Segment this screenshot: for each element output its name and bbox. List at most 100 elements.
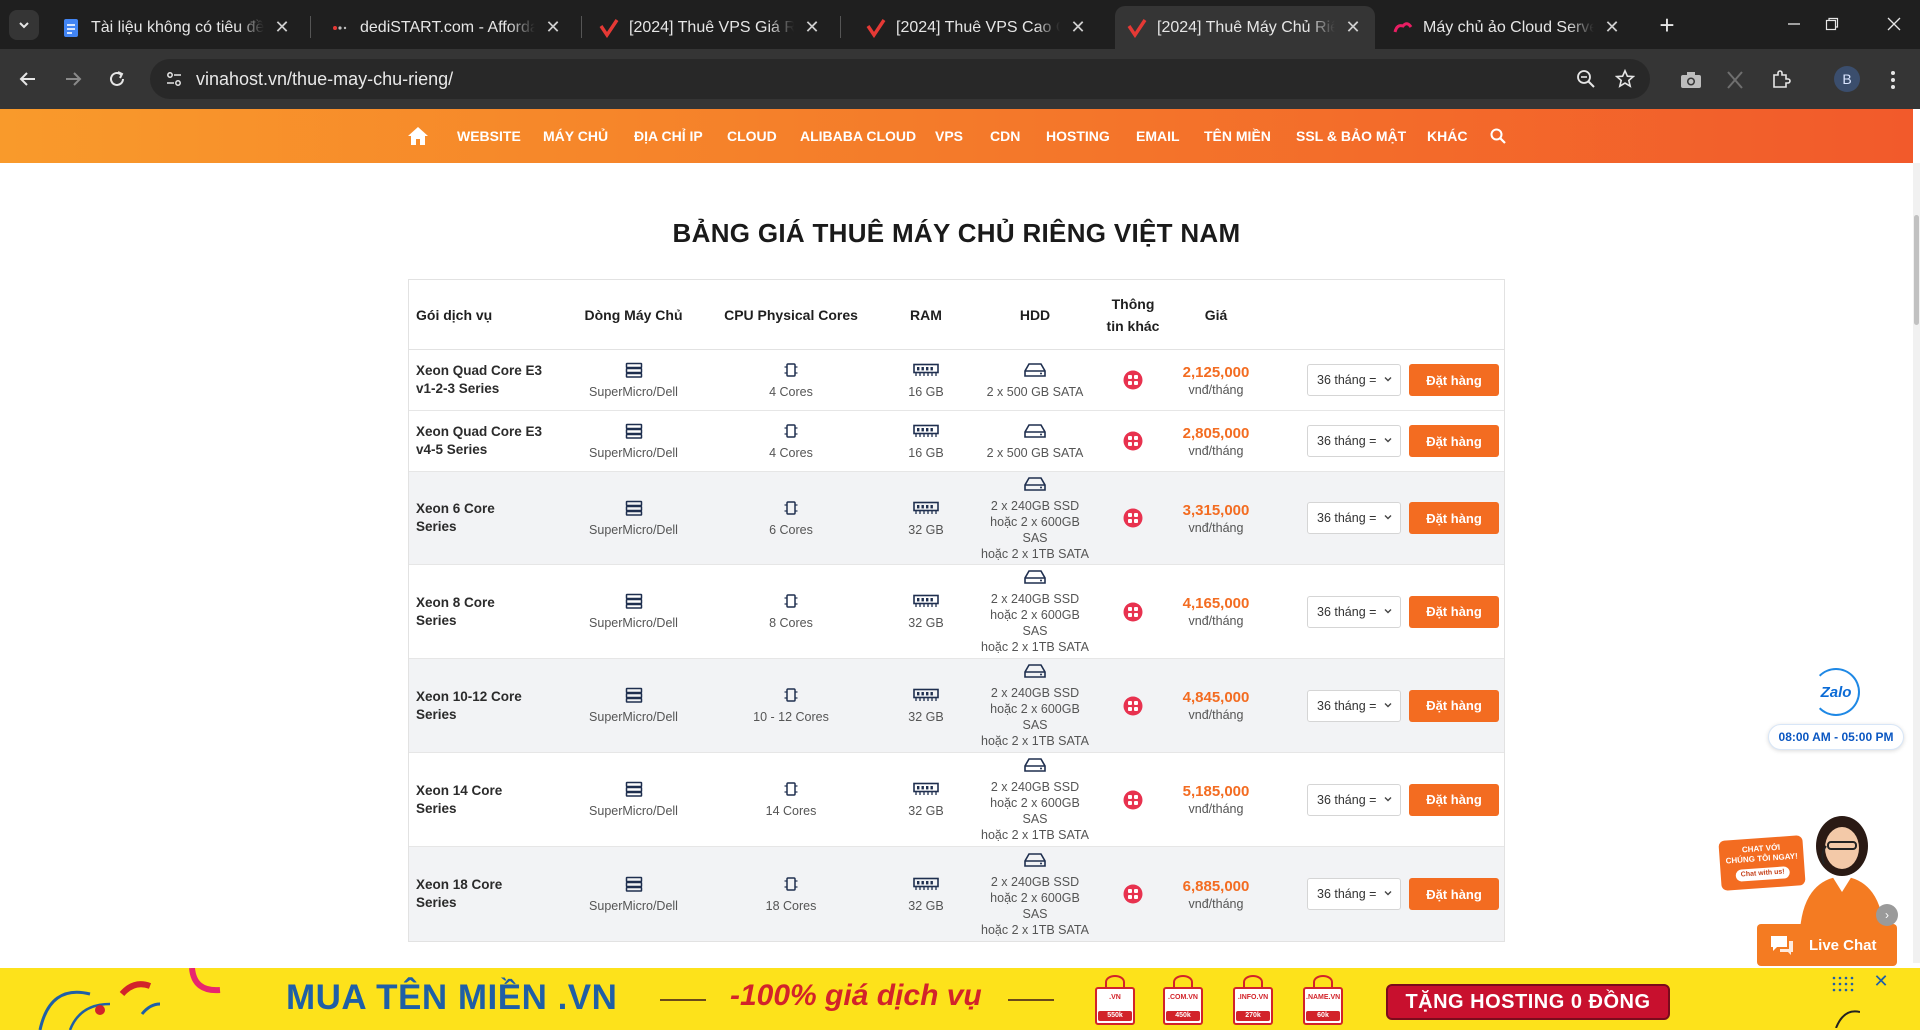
ram-cell: 32 GB	[876, 847, 976, 941]
gift-tld: .NAME.VN	[1306, 994, 1341, 1001]
zoom-button[interactable]	[1574, 67, 1598, 91]
tab-separator	[581, 16, 582, 38]
profile-avatar[interactable]: B	[1834, 66, 1860, 92]
x-extension-button[interactable]	[1722, 67, 1748, 93]
price-value: 3,315,000	[1182, 501, 1250, 519]
back-button[interactable]	[12, 63, 44, 95]
memory-icon	[913, 424, 939, 437]
order-button[interactable]: Đặt hàng	[1409, 689, 1499, 722]
live-chat-widget[interactable]: CHAT VỚI CHÚNG TÔI NGAY! Chat with us! L…	[1718, 812, 1900, 972]
banner-close-button[interactable]: ✕	[1872, 970, 1890, 991]
restore-button[interactable]	[1809, 8, 1855, 40]
order-button[interactable]: Đặt hàng	[1409, 878, 1499, 910]
browser-tab[interactable]: Tài liệu không có tiêu đề - Google Tài l…	[49, 6, 304, 49]
term-select[interactable]: 36 tháng =	[1307, 689, 1401, 722]
close-tab-button[interactable]: ✕	[1343, 17, 1363, 38]
nav-item[interactable]: EMAIL	[1136, 128, 1180, 144]
zalo-button[interactable]: Zalo	[1812, 668, 1860, 716]
home-link[interactable]	[406, 124, 430, 148]
order-button[interactable]: Đặt hàng	[1409, 364, 1499, 396]
browser-tab[interactable]: [2024] Thuê VPS Giá Rẻ Chất Lượng ✕	[587, 6, 834, 49]
browser-tab[interactable]: [2024] Thuê VPS Cao Cấp | VinaHost ✕	[854, 6, 1100, 49]
ram-value: 32 GB	[908, 710, 944, 724]
bookmark-button[interactable]	[1613, 67, 1637, 91]
other-info-button[interactable]	[1105, 472, 1161, 564]
nav-item[interactable]: VPS	[935, 128, 963, 144]
other-info-button[interactable]	[1105, 565, 1161, 658]
other-info-button[interactable]	[1105, 847, 1161, 941]
hdd-spec-line: 2 x 240GB SSD	[990, 592, 1080, 606]
other-info-button[interactable]	[1105, 659, 1161, 752]
forward-button[interactable]	[57, 63, 89, 95]
nav-item[interactable]: CLOUD	[727, 128, 777, 144]
promo-banner[interactable]: MUA TÊN MIỀN .VN -100% giá dịch vụ .VN 5…	[0, 968, 1920, 1030]
vinahost-icon	[599, 18, 619, 38]
nav-item[interactable]: MÁY CHỦ	[543, 128, 608, 144]
info-grid-icon	[1123, 884, 1143, 904]
site-search-button[interactable]	[1488, 126, 1508, 146]
term-select[interactable]: 36 tháng =	[1307, 425, 1401, 457]
order-button[interactable]: Đặt hàng	[1409, 425, 1499, 457]
term-select[interactable]: 36 tháng =	[1307, 878, 1401, 910]
nav-item[interactable]: HOSTING	[1046, 128, 1110, 144]
banner-cta-button[interactable]: TẶNG HOSTING 0 ĐỒNG	[1386, 984, 1670, 1020]
domain-gift-box[interactable]: .COM.VN 450k	[1160, 971, 1206, 1027]
url-text[interactable]: vinahost.vn/thue-may-chu-rieng/	[196, 69, 453, 90]
term-select[interactable]: 36 tháng =	[1307, 783, 1401, 816]
server-line-cell: SuperMicro/Dell	[561, 472, 706, 564]
ram-cell: 32 GB	[876, 753, 976, 846]
term-select[interactable]: 36 tháng =	[1307, 364, 1401, 396]
browser-tab[interactable]: dediSTART.com - Affordable Dedicated Ser…	[318, 6, 575, 49]
reload-button[interactable]	[101, 63, 133, 95]
close-tab-button[interactable]: ✕	[272, 17, 292, 38]
nav-item[interactable]: CDN	[990, 128, 1020, 144]
close-tab-button[interactable]: ✕	[543, 17, 563, 38]
tab-search-button[interactable]	[9, 10, 39, 40]
term-select[interactable]: 36 tháng =	[1307, 595, 1401, 628]
term-select[interactable]: 36 tháng =	[1307, 502, 1401, 534]
nav-item[interactable]: ALIBABA CLOUD	[800, 128, 916, 144]
browser-menu-button[interactable]	[1880, 67, 1906, 93]
nav-item[interactable]: ĐỊA CHỈ IP	[634, 128, 703, 144]
domain-gift-box[interactable]: .VN 550k	[1092, 971, 1138, 1027]
nav-item[interactable]: WEBSITE	[457, 128, 521, 144]
term-select-value: 36 tháng =	[1317, 373, 1377, 387]
close-tab-button[interactable]: ✕	[802, 17, 822, 38]
cpu-icon	[784, 688, 798, 702]
scrollbar-thumb[interactable]	[1914, 215, 1919, 325]
order-button[interactable]: Đặt hàng	[1409, 595, 1499, 628]
domain-gift-box[interactable]: .INFO.VN 270k	[1230, 971, 1276, 1027]
close-tab-button[interactable]: ✕	[1602, 17, 1622, 38]
other-info-button[interactable]	[1105, 350, 1161, 410]
header-price: Giá	[1204, 307, 1228, 323]
nav-item[interactable]: TÊN MIỀN	[1204, 128, 1271, 144]
plan-name-line: v1-2-3 Series	[416, 381, 500, 396]
browser-tab[interactable]: Máy chủ ảo Cloud Server SSD ✕	[1381, 6, 1634, 49]
new-tab-button[interactable]: +	[1652, 10, 1682, 40]
extensions-button[interactable]	[1768, 67, 1794, 93]
cpu-icon	[784, 876, 798, 891]
other-info-button[interactable]	[1105, 753, 1161, 846]
ram-cell: 32 GB	[876, 659, 976, 752]
nav-item[interactable]: KHÁC	[1427, 128, 1467, 144]
close-window-button[interactable]	[1871, 8, 1917, 40]
search-icon	[1490, 128, 1506, 144]
browser-tab[interactable]: [2024] Thuê Máy Chủ Riêng | VinaHost ✕	[1115, 6, 1375, 49]
chevron-down-icon	[1384, 891, 1392, 896]
screenshot-extension-button[interactable]	[1678, 67, 1704, 93]
zalo-widget[interactable]: Zalo 08:00 AM - 05:00 PM	[1764, 664, 1908, 754]
close-icon: ✕	[1873, 970, 1889, 991]
cloud-icon	[1393, 21, 1413, 32]
nav-item[interactable]: SSL & BẢO MẬT	[1296, 128, 1406, 144]
memory-icon	[913, 877, 939, 890]
domain-gift-box[interactable]: .NAME.VN 60k	[1300, 971, 1346, 1027]
address-bar[interactable]: vinahost.vn/thue-may-chu-rieng/	[150, 59, 1650, 99]
other-info-button[interactable]	[1105, 411, 1161, 471]
chat-carousel-next[interactable]: ›	[1876, 904, 1898, 926]
order-button[interactable]: Đặt hàng	[1409, 502, 1499, 534]
live-chat-button[interactable]: Live Chat	[1757, 924, 1897, 966]
close-tab-button[interactable]: ✕	[1068, 17, 1088, 38]
site-info-button[interactable]	[160, 65, 188, 93]
hdd-spec-line: 2 x 500 GB SATA	[986, 384, 1084, 399]
order-button[interactable]: Đặt hàng	[1409, 783, 1499, 816]
